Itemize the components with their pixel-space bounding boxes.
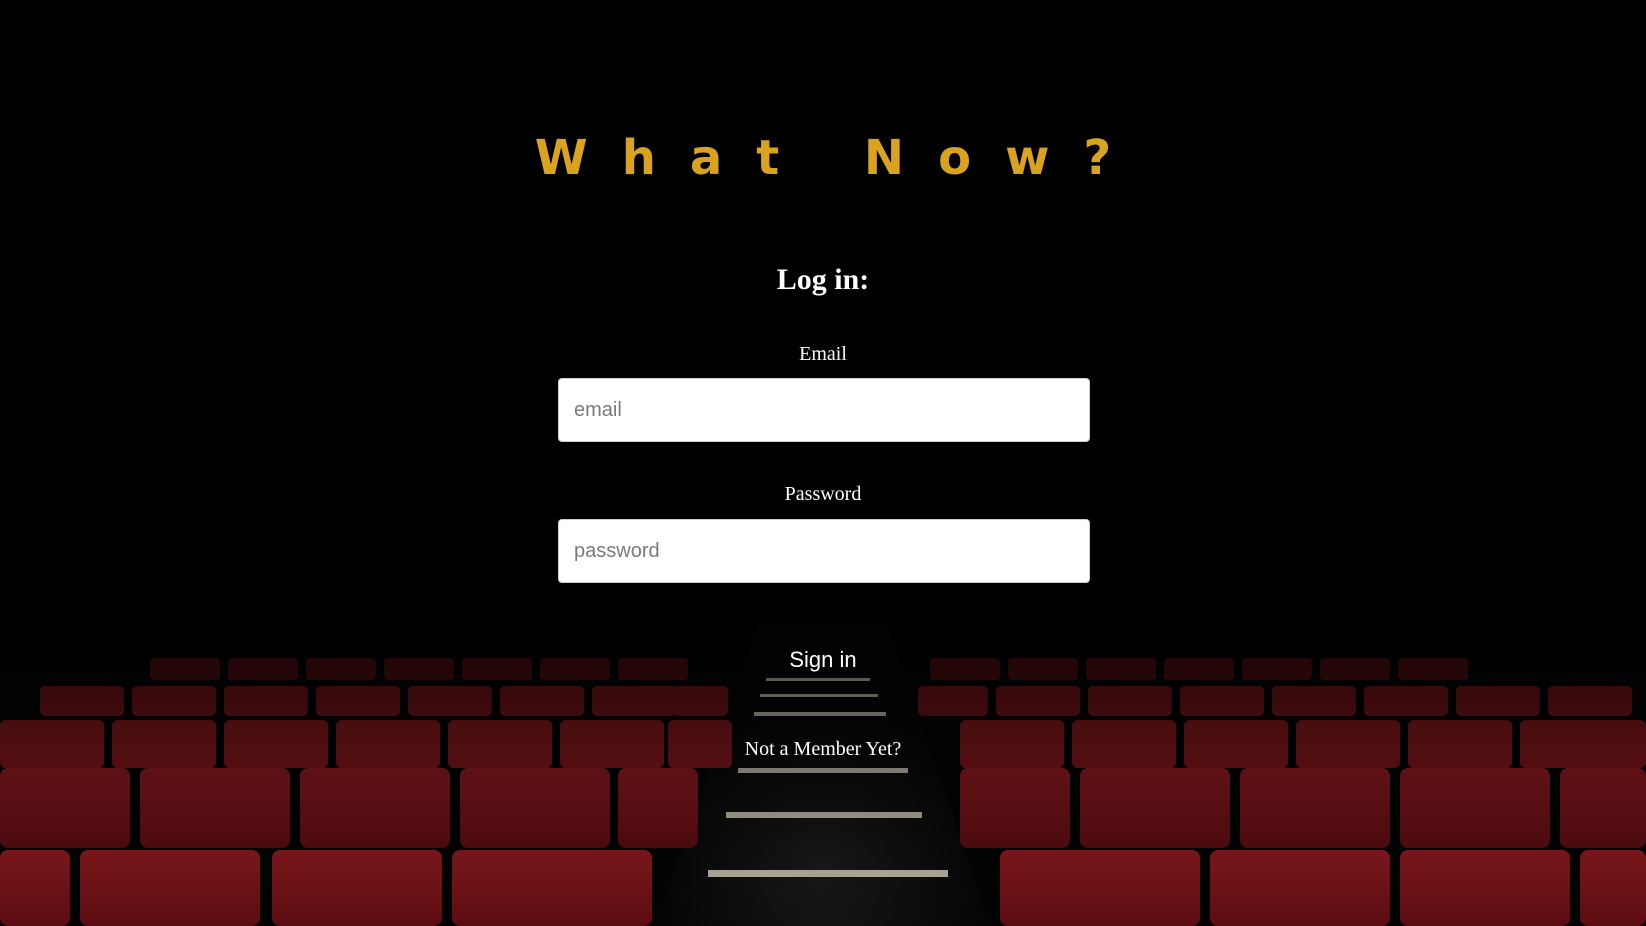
- not-a-member-link[interactable]: Not a Member Yet?: [745, 738, 902, 760]
- password-label: Password: [784, 483, 862, 505]
- sign-in-button[interactable]: Sign in: [743, 644, 903, 676]
- signup-link-container: Not a Member Yet?: [0, 736, 1646, 762]
- email-field[interactable]: [558, 378, 1090, 442]
- login-page: What Now? Log in: Email Password Sign in…: [0, 0, 1646, 926]
- login-form: What Now? Log in: Email Password Sign in…: [0, 0, 1646, 926]
- email-label: Email: [799, 343, 847, 365]
- password-field[interactable]: [558, 519, 1090, 583]
- login-heading: Log in:: [776, 263, 870, 296]
- app-title: What Now?: [534, 130, 1146, 186]
